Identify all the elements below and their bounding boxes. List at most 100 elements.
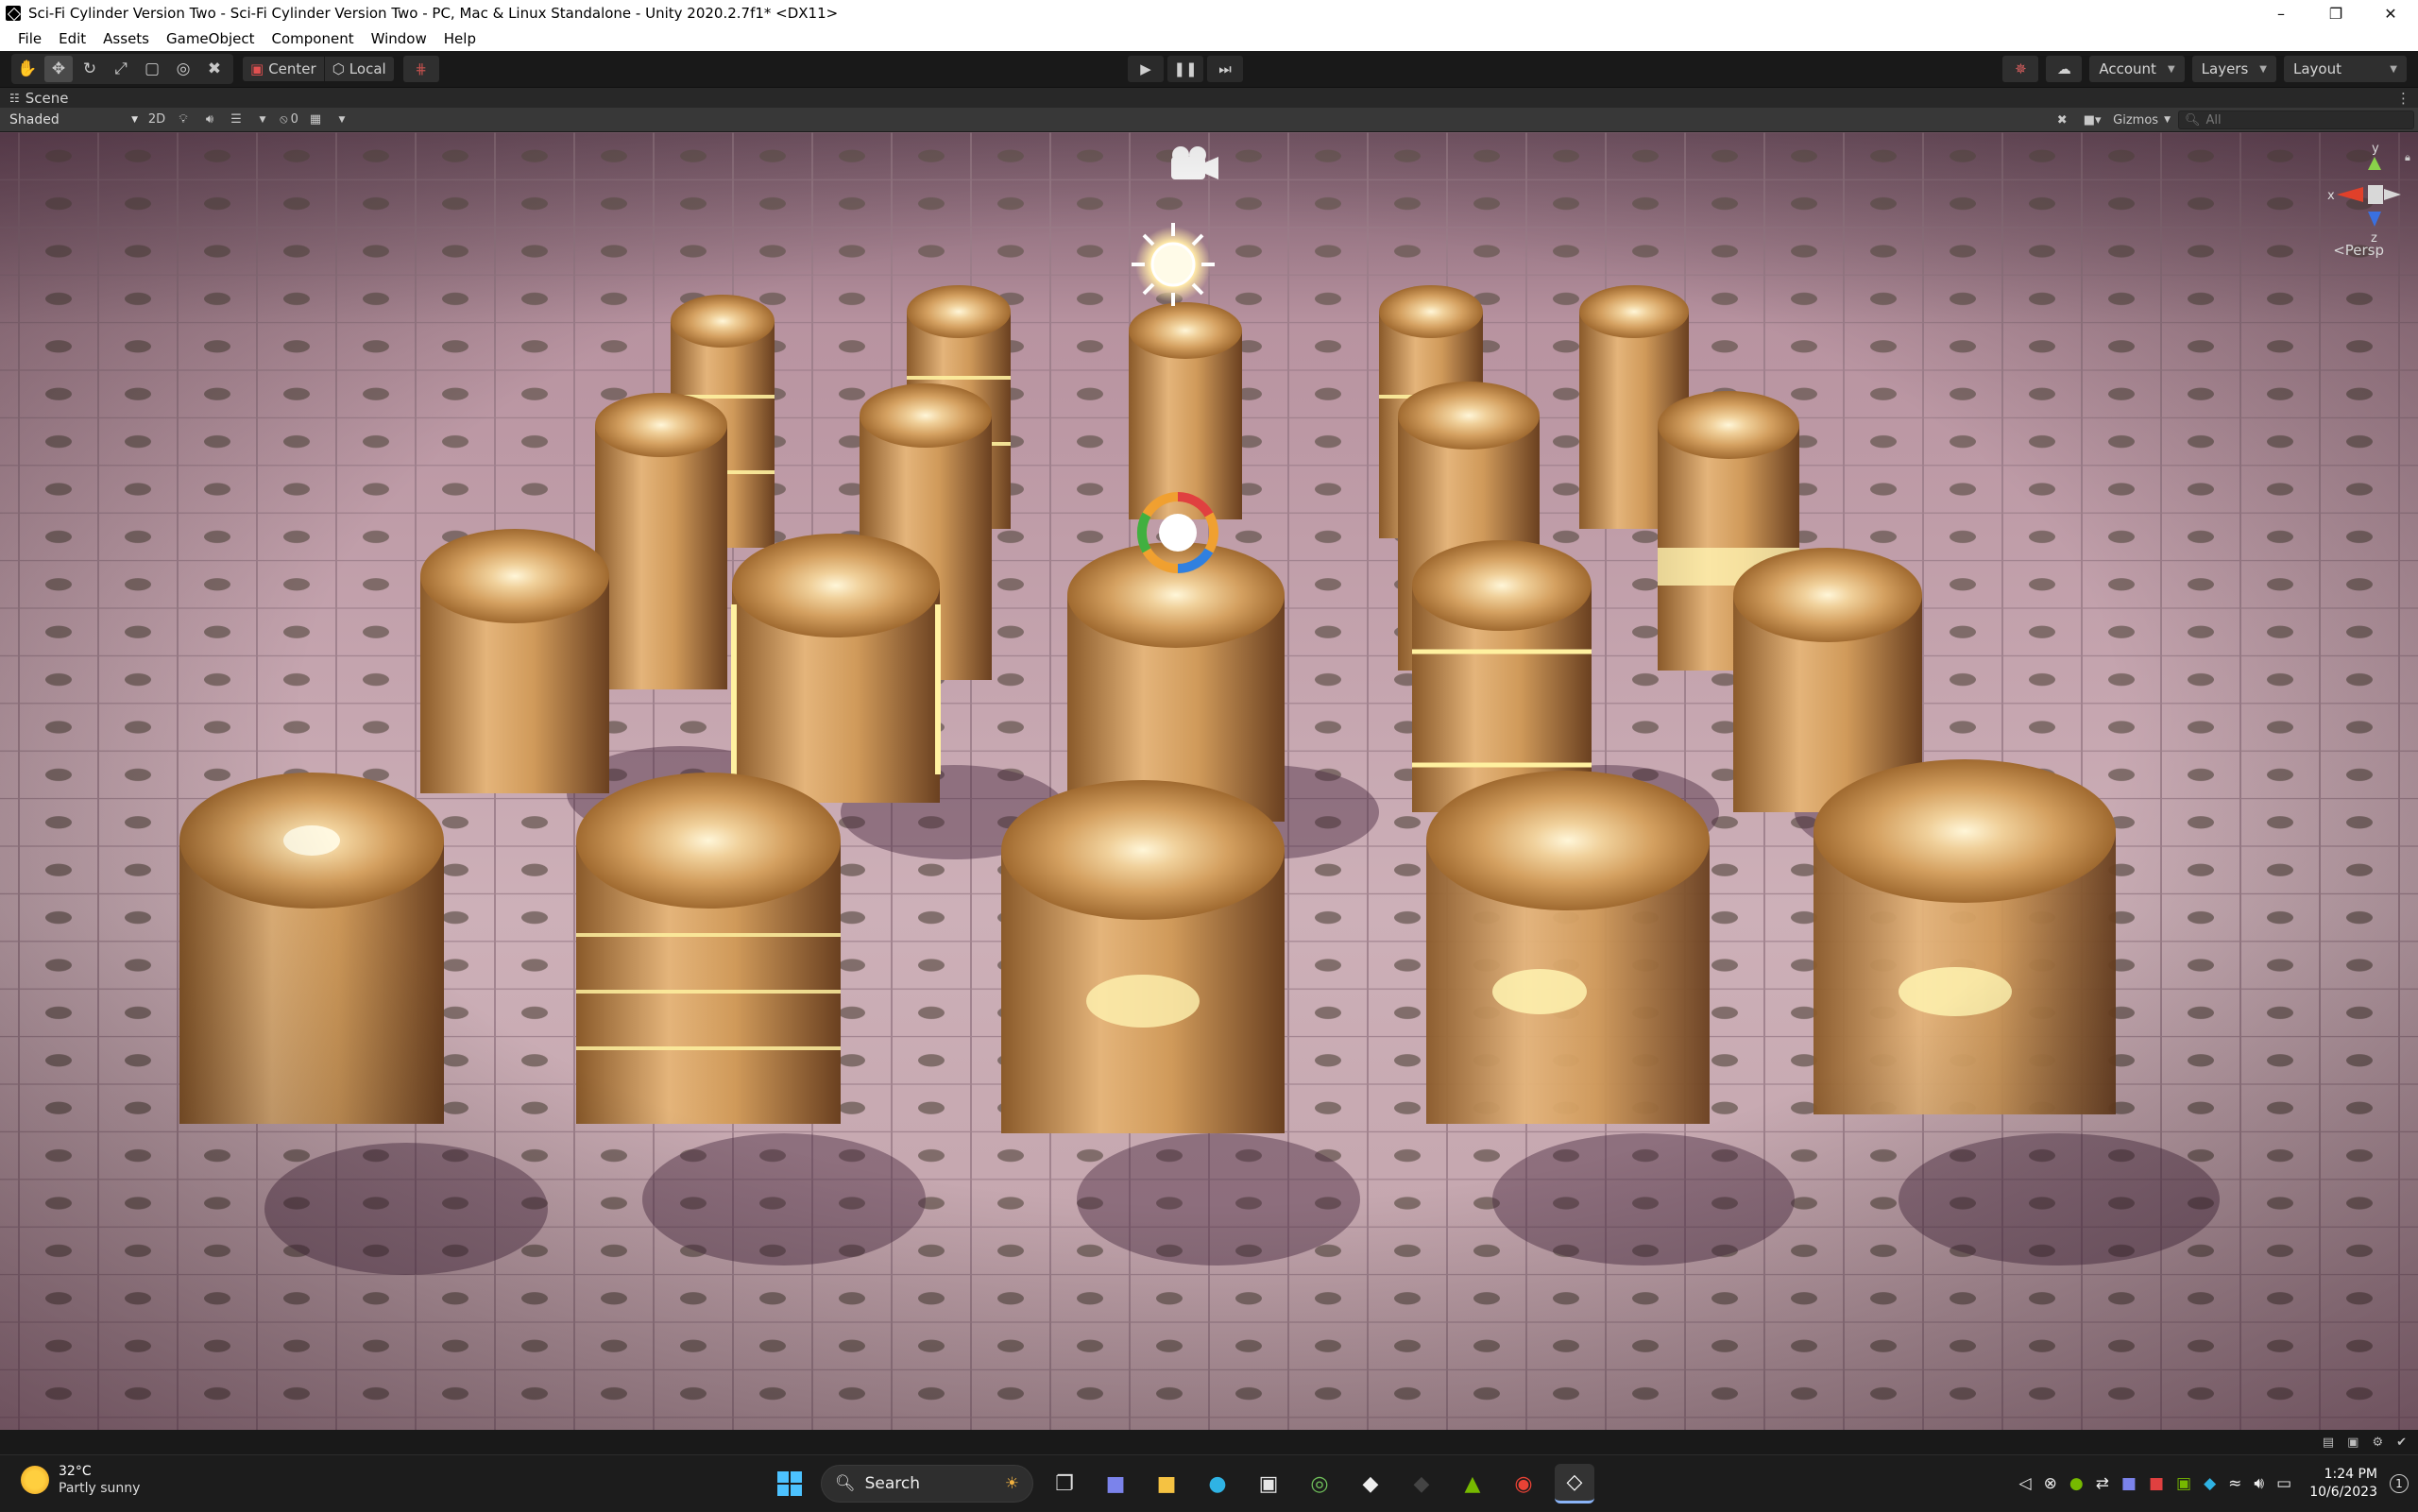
- local-space-icon: ⬡: [332, 60, 345, 77]
- scale-tool-icon[interactable]: ⤢: [107, 56, 135, 82]
- file-explorer-icon[interactable]: ■: [1147, 1464, 1186, 1504]
- wifi-icon[interactable]: ≈: [2228, 1474, 2241, 1493]
- dark-app-icon[interactable]: ◆: [1402, 1464, 1441, 1504]
- shading-mode-dropdown[interactable]: Shaded ▼: [4, 110, 144, 130]
- taskbar-search-input[interactable]: 🔍︎ Search ☀: [821, 1465, 1033, 1503]
- grid-dropdown-icon[interactable]: ▼: [329, 110, 355, 130]
- layers-dropdown[interactable]: Layers ▼: [2191, 56, 2276, 82]
- menu-assets[interactable]: Assets: [94, 26, 158, 51]
- tools-icon[interactable]: ✖: [2049, 110, 2075, 130]
- search-icon: 🔍︎: [835, 1474, 856, 1493]
- cloud-button[interactable]: ☁: [2046, 56, 2083, 82]
- tab-menu-icon[interactable]: ⋮: [2396, 90, 2410, 107]
- axis-y-cone: [2368, 157, 2381, 170]
- app-tray-icon[interactable]: ●: [2069, 1474, 2084, 1493]
- rect-tool-icon[interactable]: ▢: [138, 56, 166, 82]
- chevron-down-icon: ▼: [131, 114, 138, 125]
- tab-scene[interactable]: Scene: [26, 90, 69, 107]
- pivot-center-button[interactable]: ▣ Center: [243, 57, 325, 81]
- menu-help[interactable]: Help: [435, 26, 485, 51]
- lighting-toggle-icon[interactable]: 💡︎: [170, 110, 196, 130]
- axis-y-label: y: [2372, 142, 2379, 156]
- check-icon[interactable]: ✔: [2396, 1436, 2407, 1450]
- toggle-2d-button[interactable]: 2D: [144, 110, 170, 130]
- gpu-tray-icon[interactable]: ▣: [2176, 1474, 2191, 1493]
- account-label: Account: [2099, 60, 2156, 77]
- store-icon[interactable]: ▣: [1249, 1464, 1288, 1504]
- minimize-button[interactable]: –: [2254, 0, 2308, 26]
- chat-icon[interactable]: ■: [1096, 1464, 1135, 1504]
- step-button[interactable]: ⏭: [1207, 56, 1243, 82]
- custom-tool-icon[interactable]: ✖: [200, 56, 229, 82]
- layers-status-icon[interactable]: ▣: [2347, 1436, 2358, 1450]
- toolbar-right: ✵ ☁ Account ▼ Layers ▼ Layout ▼: [2002, 56, 2407, 82]
- notification-icon[interactable]: 1: [2390, 1474, 2409, 1493]
- maximize-button[interactable]: ❐: [2308, 0, 2363, 26]
- menu-gameobject[interactable]: GameObject: [158, 26, 264, 51]
- layout-dropdown[interactable]: Layout ▼: [2284, 56, 2407, 82]
- clock[interactable]: 1:24 PM 10/6/2023: [2309, 1466, 2377, 1502]
- chrome-icon[interactable]: ◉: [1504, 1464, 1543, 1504]
- teams-tray-icon[interactable]: ■: [2121, 1474, 2137, 1493]
- globe-app-icon[interactable]: ◎: [1300, 1464, 1339, 1504]
- weather-widget[interactable]: 32°C Partly sunny: [21, 1463, 140, 1497]
- xbox-tray-icon[interactable]: ⊗: [2044, 1474, 2057, 1493]
- pivot-local-button[interactable]: ⬡ Local: [324, 57, 394, 81]
- alien-app-icon[interactable]: ◆: [1351, 1464, 1390, 1504]
- transform-tool-icon[interactable]: ◎: [169, 56, 197, 82]
- volume-icon[interactable]: 🔊︎: [2254, 1474, 2264, 1493]
- security-tray-icon[interactable]: ■: [2149, 1474, 2164, 1493]
- projection-label[interactable]: <Persp: [2333, 242, 2384, 259]
- grid-toggle-icon[interactable]: ▦: [302, 110, 329, 130]
- network-tray-icon[interactable]: ⇄: [2096, 1474, 2109, 1493]
- battery-icon[interactable]: ▭: [2276, 1474, 2291, 1493]
- axis-x-label: x: [2327, 189, 2335, 203]
- close-button[interactable]: ✕: [2363, 0, 2418, 26]
- debug-icon[interactable]: ⚙: [2372, 1436, 2383, 1450]
- chevron-down-icon: ▼: [2164, 115, 2171, 125]
- effects-dropdown-icon[interactable]: ▼: [249, 110, 276, 130]
- effects-toggle-icon[interactable]: ☰: [223, 110, 249, 130]
- grid-snap-button[interactable]: ⋕: [402, 56, 439, 82]
- edge-browser-icon[interactable]: ●: [1198, 1464, 1237, 1504]
- chevron-down-icon: ▼: [2259, 63, 2267, 75]
- progress-icon[interactable]: ▤: [2323, 1436, 2334, 1450]
- pivot-center-label: Center: [268, 60, 316, 77]
- play-button[interactable]: ▶: [1128, 56, 1164, 82]
- unity-hub-tray-icon[interactable]: ◁: [2018, 1474, 2031, 1493]
- rotate-tool-icon[interactable]: ↻: [76, 56, 104, 82]
- menu-file[interactable]: File: [9, 26, 50, 51]
- clock-time: 1:24 PM: [2324, 1467, 2377, 1482]
- layers-label: Layers: [2201, 60, 2249, 77]
- unity-taskbar-icon[interactable]: ◇: [1555, 1464, 1594, 1504]
- gizmos-dropdown[interactable]: Gizmos ▼: [2109, 110, 2174, 130]
- scene-view-toolbar: Shaded ▼ 2D 💡︎ 🔊︎ ☰ ▼ ⦸ 0 ▦ ▼ ✖ ■▾ Gizmo…: [0, 108, 2418, 132]
- window-title-bar: Sci-Fi Cylinder Version Two - Sci-Fi Cyl…: [0, 0, 2418, 26]
- start-button[interactable]: [770, 1464, 809, 1504]
- nvidia-icon[interactable]: ▲: [1453, 1464, 1492, 1504]
- account-dropdown[interactable]: Account ▼: [2089, 56, 2185, 82]
- scene-search-input[interactable]: 🔍︎ All: [2178, 110, 2414, 129]
- windows-logo-icon: [777, 1471, 802, 1496]
- menu-edit[interactable]: Edit: [50, 26, 94, 51]
- scene-render[interactable]: [0, 132, 2418, 1430]
- audio-toggle-icon[interactable]: 🔊︎: [196, 110, 223, 130]
- collab-button[interactable]: ✵: [2002, 56, 2039, 82]
- system-tray: ◁ ⊗ ● ⇄ ■ ■ ▣ ◆ ≈ 🔊︎ ▭ 1:24 PM 10/6/2023…: [2018, 1455, 2409, 1512]
- hand-tool-icon[interactable]: ✋: [13, 56, 42, 82]
- status-bar: ▤ ▣ ⚙ ✔: [0, 1430, 2418, 1454]
- axis-z-cone: [2368, 212, 2381, 227]
- menu-window[interactable]: Window: [363, 26, 435, 51]
- menu-component[interactable]: Component: [264, 26, 363, 51]
- scene-viewport[interactable]: y x z 🔒︎ <Persp: [0, 132, 2418, 1430]
- pause-icon: ❚❚: [1173, 60, 1198, 77]
- gizmos-label: Gizmos: [2113, 112, 2159, 127]
- hidden-objects-button[interactable]: ⦸ 0: [276, 110, 302, 130]
- move-tool-icon[interactable]: ✥: [44, 56, 73, 82]
- defender-tray-icon[interactable]: ◆: [2204, 1474, 2216, 1493]
- lock-icon: 🔒︎: [2405, 151, 2410, 163]
- pause-button[interactable]: ❚❚: [1167, 56, 1203, 82]
- task-view-icon[interactable]: ❐: [1045, 1464, 1084, 1504]
- hidden-count: 0: [290, 112, 298, 127]
- camera-settings-icon[interactable]: ■▾: [2079, 110, 2105, 130]
